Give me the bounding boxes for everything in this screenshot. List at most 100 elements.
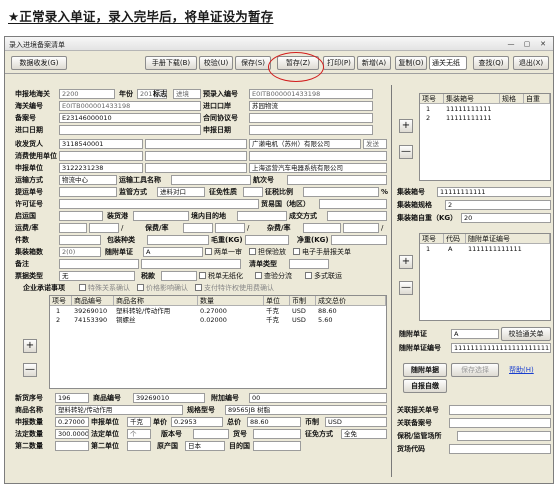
- manual-download-button[interactable]: 手册下载(B): [145, 56, 197, 70]
- two-in-one-checkbox[interactable]: [205, 248, 212, 255]
- consumer-name-field[interactable]: [249, 151, 387, 161]
- multi-transport-checkbox[interactable]: [305, 272, 312, 279]
- docs-table[interactable]: 项号 代码 随附单证编号 1 A 1111111111111: [419, 233, 551, 321]
- net-weight-field[interactable]: [331, 235, 387, 245]
- consignee-flag-field[interactable]: 发送: [363, 139, 387, 149]
- total-price-field[interactable]: 88.60: [247, 417, 301, 427]
- container-remove-button[interactable]: —: [399, 145, 413, 159]
- license-field[interactable]: [59, 199, 259, 209]
- transport-mode-field[interactable]: 物流中心: [59, 175, 117, 185]
- container-no-field[interactable]: 11111111111: [437, 187, 551, 197]
- unit-price-field[interactable]: 0.2953: [171, 417, 223, 427]
- close-icon[interactable]: ✕: [535, 39, 551, 49]
- trade-country-field[interactable]: [319, 199, 387, 209]
- docs-field[interactable]: A: [143, 247, 203, 257]
- declarant-blank-field[interactable]: [145, 163, 247, 173]
- declare-qty-field[interactable]: 0.27000: [55, 417, 89, 427]
- consignee-name-field[interactable]: 广濑电机（苏州）有限公司: [249, 139, 361, 149]
- version-field[interactable]: [193, 429, 229, 439]
- list-type-field[interactable]: [289, 259, 329, 269]
- tax-nature-field[interactable]: [243, 187, 263, 197]
- print-button[interactable]: 打印(P): [323, 56, 355, 70]
- note-type-dropdown[interactable]: 无: [59, 271, 135, 281]
- exit-button[interactable]: 退出(X): [513, 56, 549, 70]
- loading-port-field[interactable]: [133, 211, 189, 221]
- freight-b-field[interactable]: [89, 223, 119, 233]
- origin-country-field[interactable]: [59, 211, 103, 221]
- copy-button[interactable]: 复制(O): [395, 56, 427, 70]
- container-weight-field[interactable]: 20: [461, 213, 551, 223]
- related-declaration-field[interactable]: [449, 405, 551, 415]
- vehicle-field[interactable]: [171, 175, 251, 185]
- declare-unit-field[interactable]: 千克: [127, 417, 151, 427]
- container-add-button[interactable]: +: [399, 119, 413, 133]
- container-count-field[interactable]: 2(0): [59, 247, 101, 257]
- domestic-dest-field[interactable]: [237, 211, 287, 221]
- docs-remove-button[interactable]: —: [399, 281, 413, 295]
- spec-field[interactable]: 89565JB 树脂: [225, 405, 387, 415]
- remark-b-field[interactable]: [141, 259, 241, 269]
- tax-ticket-checkbox[interactable]: [199, 272, 206, 279]
- legal-unit-field[interactable]: 个: [127, 429, 151, 439]
- currency-field[interactable]: USD: [325, 417, 387, 427]
- freight-a-field[interactable]: [59, 223, 87, 233]
- pack-type-field[interactable]: [147, 235, 209, 245]
- self-report-button[interactable]: 自报自缴: [403, 379, 447, 393]
- docs-add-button[interactable]: +: [399, 255, 413, 269]
- misc-a-field[interactable]: [303, 223, 341, 233]
- exempt-field[interactable]: 全免: [341, 429, 387, 439]
- consumer-blank-field[interactable]: [145, 151, 247, 161]
- inspect-checkbox[interactable]: [255, 272, 262, 279]
- supervision-field[interactable]: 进料对口: [157, 187, 205, 197]
- tax-field[interactable]: [161, 271, 197, 281]
- container-spec-field[interactable]: 2: [445, 200, 551, 210]
- extra-code-field[interactable]: 00: [249, 393, 387, 403]
- legal-qty-field[interactable]: 300.00000: [55, 429, 89, 439]
- flag-field[interactable]: 进境: [173, 89, 201, 99]
- bill-no-field[interactable]: [59, 187, 117, 197]
- related-record-field[interactable]: [449, 418, 551, 428]
- voyage-field[interactable]: [287, 175, 387, 185]
- save-selection-button[interactable]: 保存选择: [451, 363, 499, 377]
- docs-no-field[interactable]: 1111111111111111111111111: [451, 343, 551, 353]
- item-no-field[interactable]: 196: [55, 393, 89, 403]
- attached-docs-button[interactable]: 随附单据: [403, 363, 447, 377]
- goods-add-button[interactable]: +: [23, 339, 37, 353]
- docs-code-field[interactable]: A: [451, 329, 499, 339]
- goods-table[interactable]: 项号 商品编号 商品名称 数量 单位 币制 成交总价 1 39269010 塑料…: [49, 295, 387, 389]
- commit-price-checkbox[interactable]: [137, 284, 144, 291]
- remark-a-field[interactable]: [59, 259, 139, 269]
- maximize-icon[interactable]: ▢: [519, 39, 535, 49]
- insurance-b-field[interactable]: [215, 223, 245, 233]
- second-unit-field[interactable]: [127, 441, 151, 451]
- declare-date-field[interactable]: [249, 125, 373, 135]
- origin-country-detail-field[interactable]: 日本: [185, 441, 225, 451]
- add-button[interactable]: 新增(A): [357, 56, 391, 70]
- goods-remove-button[interactable]: —: [23, 363, 37, 377]
- misc-b-field[interactable]: [343, 223, 379, 233]
- contract-field[interactable]: [249, 113, 373, 123]
- import-date-field[interactable]: [59, 125, 201, 135]
- pre-entry-field[interactable]: E0ITB000001433198: [249, 89, 373, 99]
- customs-no-field[interactable]: E0ITB000001433198: [59, 101, 201, 111]
- help-link[interactable]: 帮助(H): [509, 365, 534, 375]
- commit-special-checkbox[interactable]: [79, 284, 86, 291]
- tax-ratio-field[interactable]: [303, 187, 379, 197]
- declarant-name-field[interactable]: 上海运营汽车电器系统有限公司: [249, 163, 387, 173]
- minimize-icon[interactable]: —: [503, 39, 519, 49]
- yard-code-field[interactable]: [449, 444, 551, 454]
- bonded-site-field[interactable]: [457, 431, 551, 441]
- goods-no-field[interactable]: [253, 429, 301, 439]
- dest-country-field[interactable]: [253, 441, 301, 451]
- packages-field[interactable]: [59, 235, 101, 245]
- declare-port-field[interactable]: 2200: [59, 89, 115, 99]
- import-port-field[interactable]: 苏园物流: [249, 101, 373, 111]
- guarantee-checkbox[interactable]: [249, 248, 256, 255]
- consignee-code-field[interactable]: 3118540001: [59, 139, 143, 149]
- e-manual-checkbox[interactable]: [293, 248, 300, 255]
- declarant-code-field[interactable]: 3122231238: [59, 163, 143, 173]
- gross-weight-field[interactable]: [245, 235, 289, 245]
- verify-permit-button[interactable]: 校验通关单: [501, 327, 551, 341]
- find-button[interactable]: 查找(Q): [473, 56, 509, 70]
- save-button[interactable]: 保存(S): [235, 56, 271, 70]
